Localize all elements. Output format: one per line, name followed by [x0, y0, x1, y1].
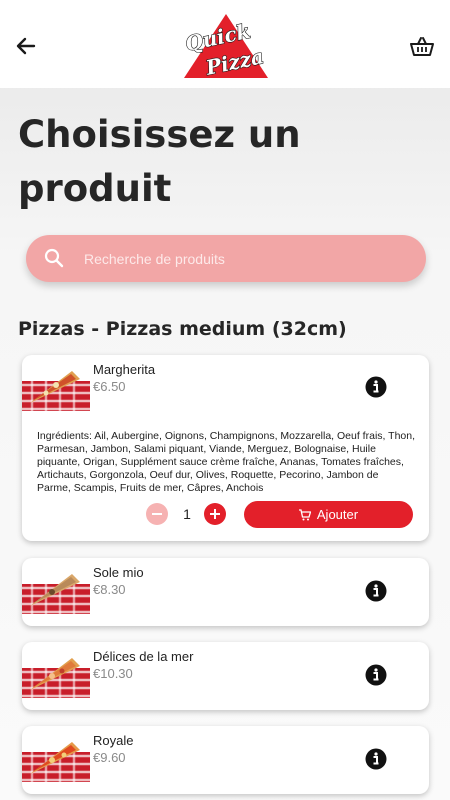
search-icon — [44, 248, 64, 268]
pizza-thumbnail — [22, 658, 90, 698]
pizza-thumbnail — [22, 574, 90, 614]
product-name: Sole mio — [93, 565, 144, 580]
basket-icon — [410, 37, 434, 56]
quantity-value: 1 — [183, 506, 191, 522]
product-card-royale[interactable]: Royale €9.60 — [22, 726, 429, 794]
product-name: Royale — [93, 733, 134, 748]
product-name: Margherita — [93, 362, 156, 377]
add-to-cart-button[interactable]: Ajouter — [244, 501, 413, 528]
cart-add-icon — [298, 508, 311, 520]
back-button[interactable] — [12, 32, 40, 60]
product-card-sole-mio[interactable]: Sole mio €8.30 — [22, 558, 429, 626]
product-price: €8.30 — [93, 582, 126, 597]
info-icon[interactable] — [365, 376, 387, 398]
product-name: Délices de la mer — [93, 649, 194, 664]
page-title: Choisissez un produit — [18, 113, 301, 210]
product-price: €9.60 — [93, 750, 126, 765]
cart-button[interactable] — [410, 36, 434, 58]
add-to-cart-label: Ajouter — [316, 507, 359, 522]
product-card-margherita[interactable]: Margherita €6.50 Ingrédients: Ail, Auber… — [22, 355, 429, 541]
info-icon[interactable] — [365, 664, 387, 686]
product-price: €10.30 — [93, 666, 133, 681]
app-bar: Quick Pizza — [0, 0, 450, 88]
search-bar[interactable] — [26, 235, 426, 282]
product-ingredients: Ingrédients: Ail, Aubergine, Oignons, Ch… — [37, 430, 416, 494]
pizza-thumbnail — [22, 742, 90, 782]
quantity-decrease-button[interactable] — [146, 503, 168, 525]
arrow-left-icon — [16, 37, 36, 55]
quick-pizza-logo: Quick Pizza — [183, 14, 268, 80]
quantity-increase-button[interactable] — [204, 503, 226, 525]
search-input[interactable] — [84, 235, 404, 282]
pizza-thumbnail — [22, 371, 90, 411]
info-icon[interactable] — [365, 580, 387, 602]
info-icon[interactable] — [365, 748, 387, 770]
product-card-delices-de-la-mer[interactable]: Délices de la mer €10.30 — [22, 642, 429, 710]
product-price: €6.50 — [93, 379, 126, 394]
section-title: Pizzas - Pizzas medium (32cm) — [18, 318, 347, 340]
